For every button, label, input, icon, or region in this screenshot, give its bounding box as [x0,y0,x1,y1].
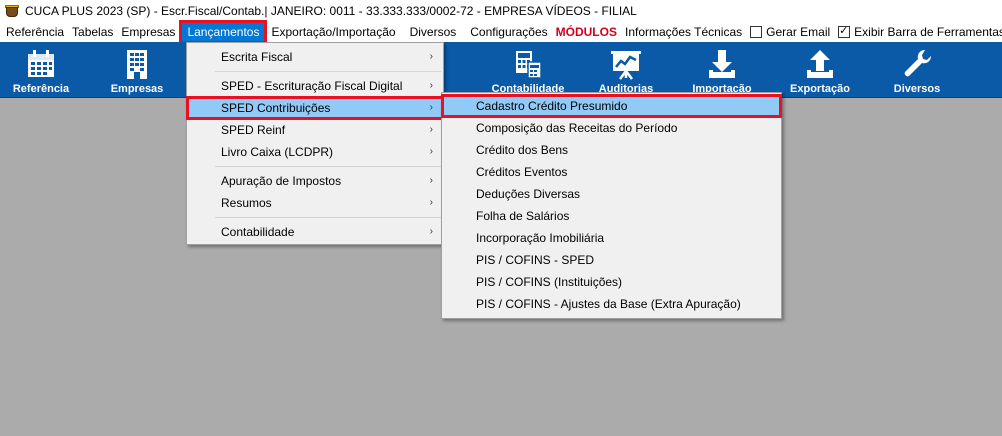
chart-board-icon [606,46,646,82]
toolbar-auditorias-button[interactable]: Auditorias [588,42,664,98]
sped-contribuicoes-submenu: Cadastro Crédito Presumido Composição da… [441,92,782,319]
menu-item-label: Resumos [221,196,272,210]
submenu-item-incorporacao-imobiliaria[interactable]: Incorporação Imobiliária [442,227,781,249]
toolbar-importacao-button[interactable]: Importação [682,42,762,98]
submenu-item-pis-cofins-sped[interactable]: PIS / COFINS - SPED [442,249,781,271]
menu-item-label: Escrita Fiscal [221,50,293,64]
menu-item-sped-efd[interactable]: SPED - Escrituração Fiscal Digital › [187,75,443,97]
toolbar: Referência Empresas Contabilidade Audito… [0,42,1002,98]
menu-item-label: Contabilidade [221,225,295,239]
menu-referencia[interactable]: Referência [0,22,68,42]
menu-diversos[interactable]: Diversos [406,22,461,42]
calendar-icon [21,46,61,82]
menu-item-resumos[interactable]: Resumos › [187,192,443,214]
submenu-item-pis-cofins-ajustes-base[interactable]: PIS / COFINS - Ajustes da Base (Extra Ap… [442,293,781,315]
menu-separator [215,217,441,218]
checkbox-box[interactable] [750,26,763,38]
toolbar-label: Diversos [893,83,941,95]
menu-item-label: SPED - Escrituração Fiscal Digital [221,79,403,93]
toolbar-label: Referência [12,83,70,95]
menu-separator [215,71,441,72]
submenu-item-composicao-receitas[interactable]: Composição das Receitas do Período [442,117,781,139]
title-bar: CUCA PLUS 2023 (SP) - Escr.Fiscal/Contab… [0,0,1002,22]
menu-tabelas[interactable]: Tabelas [68,22,117,42]
menu-item-sped-contribuicoes[interactable]: SPED Contribuições › [186,96,444,120]
menu-configuracoes[interactable]: Configurações [466,22,551,42]
menu-empresas[interactable]: Empresas [117,22,179,42]
toolbar-diversos-button[interactable]: Diversos [882,42,952,98]
wrench-icon [897,46,937,82]
chevron-right-icon: › [429,124,433,135]
toolbar-contabilidade-button[interactable]: Contabilidade [488,42,568,98]
toolbar-exportacao-button[interactable]: Exportação [782,42,858,98]
chevron-right-icon: › [429,226,433,237]
menu-item-livro-caixa[interactable]: Livro Caixa (LCDPR) › [187,141,443,163]
menu-item-label: Livro Caixa (LCDPR) [221,145,334,159]
download-icon [702,46,742,82]
submenu-item-folha-salarios[interactable]: Folha de Salários [442,205,781,227]
menu-informacoes-tecnicas[interactable]: Informações Técnicas [621,22,746,42]
toolbar-label: Exportação [790,83,850,95]
menu-item-contabilidade[interactable]: Contabilidade › [187,221,443,243]
toolbar-label: Empresas [110,83,164,95]
submenu-item-pis-cofins-instituicoes[interactable]: PIS / COFINS (Instituições) [442,271,781,293]
menu-item-escrita-fiscal[interactable]: Escrita Fiscal › [187,46,443,68]
checkbox-box-checked[interactable] [838,24,851,38]
menu-exportacao-importacao[interactable]: Exportação/Importação [267,22,399,42]
chevron-right-icon: › [429,51,433,62]
toolbar-empresas-button[interactable]: Empresas [104,42,170,98]
submenu-item-creditos-eventos[interactable]: Créditos Eventos [442,161,781,183]
submenu-item-credito-bens[interactable]: Crédito dos Bens [442,139,781,161]
submenu-item-cadastro-credito-presumido[interactable]: Cadastro Crédito Presumido [441,94,782,118]
chevron-right-icon: › [429,175,433,186]
chevron-right-icon: › [429,146,433,157]
exibir-barra-checkbox[interactable]: Exibir Barra de Ferramentas [834,22,1002,42]
checkbox-label: Gerar Email [766,25,831,39]
menu-item-sped-reinf[interactable]: SPED Reinf › [187,119,443,141]
building-icon [117,46,157,82]
upload-icon [800,46,840,82]
menu-separator [215,166,441,167]
chevron-right-icon: › [429,102,433,113]
calculator-icon [508,46,548,82]
chevron-right-icon: › [429,80,433,91]
chevron-right-icon: › [429,197,433,208]
menu-item-label: SPED Contribuições [221,101,331,115]
checkbox-label: Exibir Barra de Ferramentas [854,25,1002,39]
gerar-email-checkbox[interactable]: Gerar Email [746,22,834,42]
submenu-item-deducoes-diversas[interactable]: Deduções Diversas [442,183,781,205]
menu-item-label: Apuração de Impostos [221,174,342,188]
window-title: CUCA PLUS 2023 (SP) - Escr.Fiscal/Contab… [25,4,637,18]
menu-bar: Referência Tabelas Empresas Lançamentos … [0,20,1002,44]
menu-item-label: SPED Reinf [221,123,286,137]
app-cup-icon [4,4,20,18]
toolbar-referencia-button[interactable]: Referência [6,42,76,98]
menu-lancamentos[interactable]: Lançamentos [179,20,268,44]
menu-item-apuracao-impostos[interactable]: Apuração de Impostos › [187,170,443,192]
lancamentos-dropdown: Escrita Fiscal › SPED - Escrituração Fis… [186,42,444,245]
menu-modulos[interactable]: MÓDULOS [552,22,621,42]
